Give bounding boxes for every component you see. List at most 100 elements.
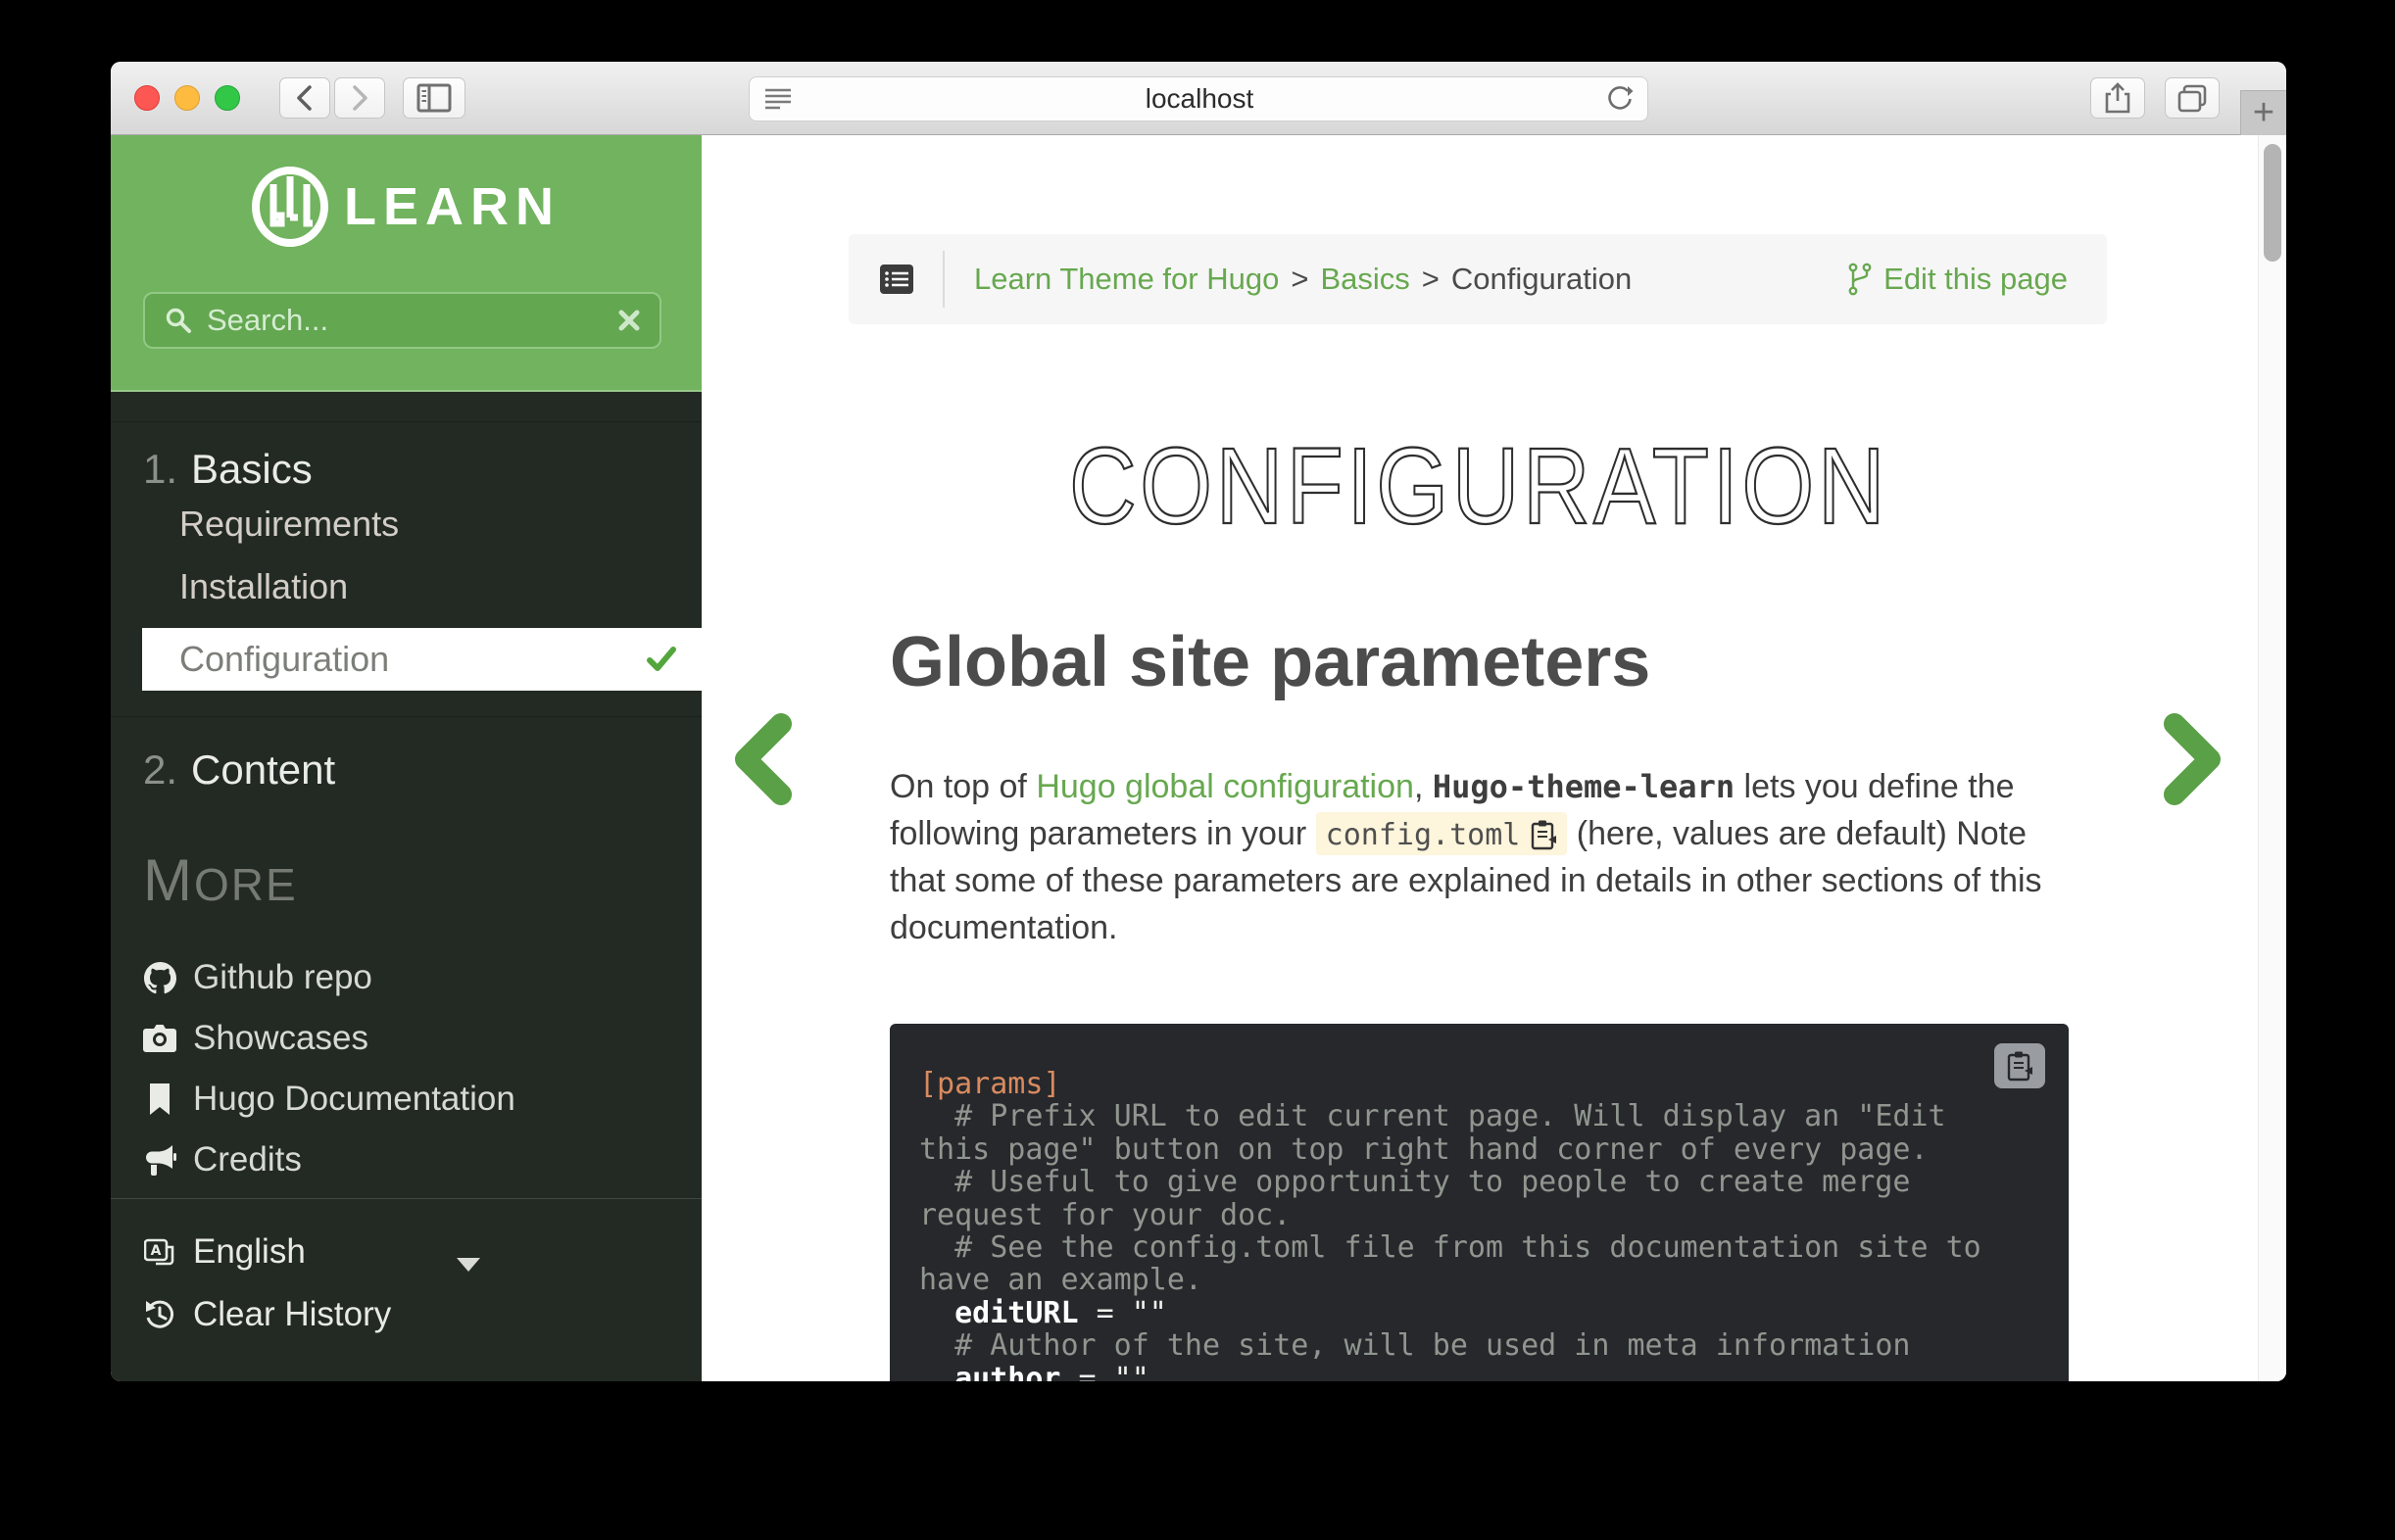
breadcrumb-separator: > — [1422, 262, 1440, 297]
share-icon — [2105, 82, 2130, 114]
desktop-background: localhost — [0, 0, 2395, 1540]
sidebar-link-credits[interactable]: Credits — [111, 1130, 702, 1190]
breadcrumb-link-site[interactable]: Learn Theme for Hugo — [974, 262, 1279, 297]
sidebar-item-label: Configuration — [179, 642, 389, 677]
edit-this-page-label: Edit this page — [1883, 262, 2068, 297]
breadcrumb-separator: > — [1291, 262, 1308, 297]
section-number: 2. — [143, 746, 177, 793]
sidebar-section-basics[interactable]: 1. Basics — [111, 446, 702, 493]
bookmark-icon — [148, 1083, 171, 1115]
sidebar-link-label: Github repo — [193, 958, 372, 997]
address-bar[interactable]: localhost — [749, 76, 1648, 121]
clipboard-copy-icon — [2006, 1050, 2033, 1082]
language-selector[interactable]: A English — [111, 1221, 702, 1283]
sidebar-link-hugo-documentation[interactable]: Hugo Documentation — [111, 1069, 702, 1130]
section-heading: Global site parameters — [890, 623, 1650, 701]
section-title: Content — [191, 746, 335, 793]
clear-search-icon[interactable] — [618, 310, 640, 331]
github-icon — [144, 962, 176, 994]
inline-code: config.toml — [1316, 812, 1568, 855]
sidebar-item-label: Installation — [179, 566, 348, 606]
code-fork-icon — [1848, 263, 1872, 296]
copy-code-button[interactable] — [1994, 1043, 2045, 1088]
page-title-text: CONFIGURATION — [1069, 426, 1888, 547]
back-icon — [292, 83, 318, 113]
page-scrollbar[interactable] — [2258, 135, 2286, 1381]
search-icon — [165, 307, 192, 334]
url-text: localhost — [793, 83, 1606, 115]
next-page-arrow[interactable] — [2163, 712, 2224, 806]
tabs-icon — [2176, 83, 2208, 113]
reader-icon[interactable] — [763, 86, 793, 112]
bullhorn-icon — [143, 1144, 176, 1176]
code-line: this page" button on top right hand corn… — [919, 1133, 2039, 1166]
code-line: # Prefix URL to edit current page. Will … — [919, 1100, 2039, 1132]
code-line: request for your doc. — [919, 1199, 2039, 1231]
clipboard-copy-icon[interactable] — [1530, 819, 1557, 850]
sidebar-footer: A English Clear Hi — [111, 1198, 702, 1381]
history-icon — [144, 1299, 175, 1330]
share-button[interactable] — [2090, 77, 2145, 119]
site-logo[interactable]: LEARN — [111, 135, 702, 247]
more-heading: More — [143, 846, 702, 914]
sidebar-toggle-icon — [416, 83, 452, 113]
tabs-overview-button[interactable] — [2165, 77, 2220, 119]
page-title: CONFIGURATION — [890, 421, 2068, 558]
logo-text: LEARN — [344, 176, 561, 237]
code-line: # Useful to give opportunity to people t… — [919, 1166, 2039, 1198]
svg-text:A: A — [151, 1243, 162, 1259]
browser-toolbar: localhost — [111, 62, 2286, 135]
clear-history-button[interactable]: Clear History — [111, 1283, 702, 1346]
sidebar-menu: 1. Basics Requirements Installation Confi… — [111, 392, 702, 1381]
back-button[interactable] — [279, 77, 330, 119]
sidebar-item-label: Requirements — [179, 504, 399, 544]
forward-button[interactable] — [334, 77, 385, 119]
breadcrumb-divider — [943, 251, 945, 308]
new-tab-plus: + — [2253, 92, 2274, 134]
search-input[interactable]: Search... — [143, 292, 661, 349]
code-line: have an example. — [919, 1264, 2039, 1296]
breadcrumb: Learn Theme for Hugo > Basics > Configur… — [849, 234, 2107, 324]
zoom-window-button[interactable] — [215, 85, 240, 111]
sidebar-section-content[interactable]: 2. Content — [111, 746, 702, 794]
sidebar-item-configuration[interactable]: Configuration — [142, 628, 702, 691]
forward-icon — [347, 83, 372, 113]
code-line: author = "" — [919, 1363, 2039, 1381]
sidebar-item-installation[interactable]: Installation — [111, 555, 702, 618]
breadcrumb-link-basics[interactable]: Basics — [1320, 262, 1409, 297]
sidebar-header: LEARN Search... — [111, 135, 702, 392]
scrollbar-thumb[interactable] — [2264, 144, 2281, 262]
clear-history-label: Clear History — [193, 1295, 391, 1334]
intro-paragraph: On top of Hugo global configuration, Hug… — [890, 764, 2069, 951]
sidebar: LEARN Search... — [111, 135, 702, 1381]
code-line: # Author of the site, will be used in me… — [919, 1329, 2039, 1362]
sidebar-link-showcases[interactable]: Showcases — [111, 1008, 702, 1069]
hugo-global-configuration-link[interactable]: Hugo global configuration — [1036, 768, 1414, 805]
code-line: # See the config.toml file from this doc… — [919, 1231, 2039, 1264]
minimize-window-button[interactable] — [174, 85, 200, 111]
breadcrumb-current: Configuration — [1451, 262, 1632, 297]
check-icon — [647, 647, 676, 672]
search-placeholder: Search... — [207, 303, 618, 338]
chevron-down-icon — [456, 1257, 481, 1273]
reload-icon[interactable] — [1606, 85, 1634, 113]
new-tab-button[interactable]: + — [2240, 90, 2286, 135]
sidebar-link-github-repo[interactable]: Github repo — [111, 947, 702, 1008]
prev-page-arrow[interactable] — [732, 712, 793, 806]
code-line: [params] — [919, 1068, 2039, 1100]
page-content: Learn Theme for Hugo > Basics > Configur… — [702, 135, 2286, 1381]
list-icon[interactable] — [880, 265, 913, 294]
sidebar-link-label: Showcases — [193, 1019, 368, 1058]
window-controls — [111, 85, 240, 111]
camera-icon — [143, 1024, 176, 1053]
learn-logo-icon — [252, 167, 328, 247]
section-title: Basics — [191, 446, 313, 492]
sidebar-item-requirements[interactable]: Requirements — [111, 493, 702, 555]
code-block: [params] # Prefix URL to edit current pa… — [890, 1024, 2069, 1381]
section-number: 1. — [143, 446, 177, 492]
close-window-button[interactable] — [134, 85, 160, 111]
language-label: English — [193, 1232, 306, 1272]
sidebar-toggle-button[interactable] — [403, 77, 465, 119]
edit-this-page-link[interactable]: Edit this page — [1848, 262, 2068, 297]
inline-code-text: config.toml — [1326, 818, 1521, 852]
